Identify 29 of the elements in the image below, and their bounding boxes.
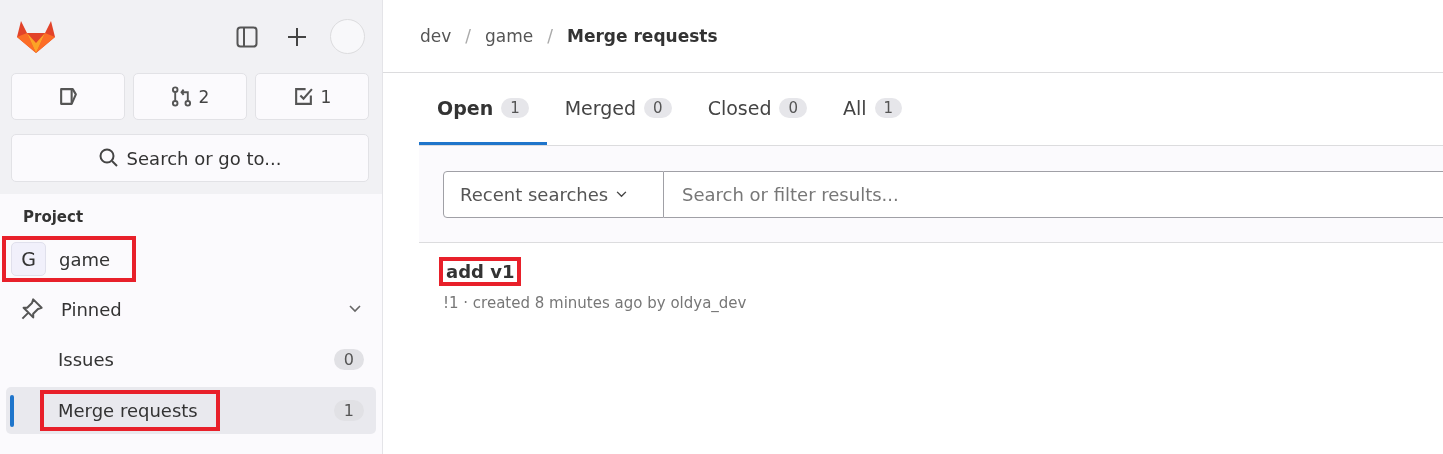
status-tab[interactable]: Closed 0 (689, 73, 825, 145)
pinned-section-toggle[interactable]: Pinned (6, 286, 376, 332)
shortcut-button[interactable]: 1 (255, 73, 369, 120)
chevron-down-icon (616, 190, 628, 198)
filter-input[interactable]: Search or filter results... (664, 170, 1443, 218)
document-icon (57, 86, 79, 107)
section-title: Project (22, 208, 85, 228)
sidebar-toggle-icon[interactable] (236, 25, 258, 48)
chevron-down-icon[interactable] (349, 305, 361, 313)
status-tab[interactable]: Merged 0 (546, 73, 690, 145)
merge-request-meta: !1 · created 8 minutes ago by oldya_dev (443, 294, 748, 312)
sidebar-item[interactable]: Merge requests 1 (6, 387, 376, 434)
search-label: Search or go to... (126, 147, 282, 169)
checkbox-icon (292, 86, 314, 107)
sidebar-item[interactable]: Issues 0 (6, 336, 376, 383)
shortcut-button[interactable]: 2 (133, 73, 247, 120)
search-button[interactable]: Search or go to... (11, 134, 369, 182)
recent-searches-dropdown[interactable]: Recent searches (443, 170, 664, 218)
search-icon (98, 148, 119, 168)
shortcut-button[interactable] (11, 73, 125, 120)
breadcrumb-link[interactable]: Merge requests (567, 26, 718, 46)
breadcrumb-separator: / (547, 26, 553, 46)
breadcrumb-link[interactable]: dev (420, 26, 452, 46)
status-tab[interactable]: All 1 (825, 73, 921, 145)
breadcrumb-link[interactable]: game (485, 26, 534, 46)
breadcrumb-separator: / (465, 26, 472, 46)
pin-icon (20, 297, 44, 321)
merge-request-icon (170, 86, 192, 107)
plus-icon[interactable] (286, 25, 308, 48)
